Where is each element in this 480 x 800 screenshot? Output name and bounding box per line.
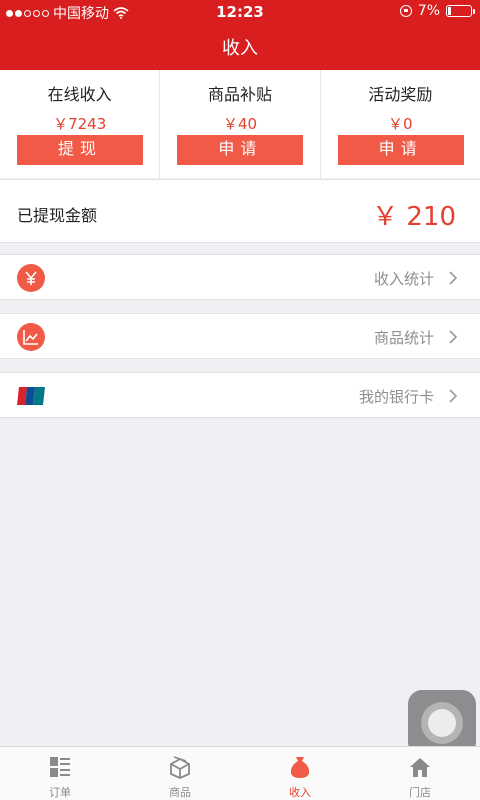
- unionpay-icon: [17, 387, 45, 405]
- order-list-icon: [50, 757, 70, 777]
- rotation-lock-icon: [399, 5, 412, 17]
- income-online-value: ￥7243: [53, 115, 107, 133]
- page-title: 收入: [222, 38, 258, 59]
- store-house-icon: [410, 758, 430, 777]
- withdrawn-label: 已提现金额: [17, 206, 98, 225]
- tab-store-label: 门店: [409, 786, 431, 799]
- menu-bank-card-label: 我的银行卡: [358, 388, 434, 406]
- menu-income-stats-label: 收入统计: [373, 270, 434, 288]
- withdraw-button[interactable]: 提现: [17, 135, 143, 165]
- income-subsidy-value: ￥40: [222, 115, 258, 133]
- withdrawn-amount-row: 已提现金额 ￥ 210: [0, 179, 480, 243]
- tab-goods[interactable]: 商品: [120, 747, 240, 800]
- income-online-title: 在线收入: [47, 85, 112, 104]
- menu-goods-stats-label: 商品统计: [373, 329, 434, 347]
- tab-orders[interactable]: 订单: [0, 747, 120, 800]
- menu-income-stats[interactable]: 收入统计: [0, 254, 480, 300]
- battery-icon: [446, 5, 475, 17]
- menu-bank-card[interactable]: 我的银行卡: [0, 372, 480, 418]
- status-bar: 中国移动 12:23 7%: [0, 0, 480, 24]
- tab-store[interactable]: 门店: [360, 747, 480, 800]
- status-right: 7%: [399, 3, 475, 19]
- assistive-touch-core: [428, 709, 456, 737]
- tab-income[interactable]: 收入: [240, 747, 360, 800]
- tab-goods-label: 商品: [169, 786, 191, 799]
- income-subsidy-title: 商品补贴: [207, 85, 272, 104]
- chevron-right-icon: [449, 271, 458, 285]
- battery-percent: 7%: [417, 3, 440, 19]
- menu-goods-stats[interactable]: 商品统计: [0, 313, 480, 359]
- chevron-right-icon: [449, 389, 458, 403]
- apply-reward-button[interactable]: 申请: [337, 135, 464, 165]
- income-reward: 活动奖励 ￥0 申请: [319, 70, 480, 178]
- yen-icon: [17, 264, 45, 292]
- income-online: 在线收入 ￥7243 提现: [0, 70, 159, 178]
- goods-box-icon: [170, 756, 190, 779]
- income-summary-panel: 在线收入 ￥7243 提现 商品补贴 ￥40 申请 活动奖励 ￥0 申请: [0, 70, 480, 178]
- tab-income-label: 收入: [289, 786, 311, 799]
- income-reward-value: ￥0: [388, 115, 413, 133]
- money-bag-icon: [290, 757, 310, 778]
- chart-icon: [17, 323, 45, 351]
- apply-subsidy-button[interactable]: 申请: [177, 135, 304, 165]
- income-subsidy: 商品补贴 ￥40 申请: [159, 70, 319, 178]
- income-reward-title: 活动奖励: [368, 85, 433, 104]
- chevron-right-icon: [449, 330, 458, 344]
- withdrawn-value: ￥ 210: [372, 202, 456, 232]
- header-bar: 中国移动 12:23 7% 收入: [0, 0, 480, 70]
- tab-orders-label: 订单: [49, 786, 71, 799]
- bottom-tab-bar: 订单 商品 收入 门店: [0, 746, 480, 800]
